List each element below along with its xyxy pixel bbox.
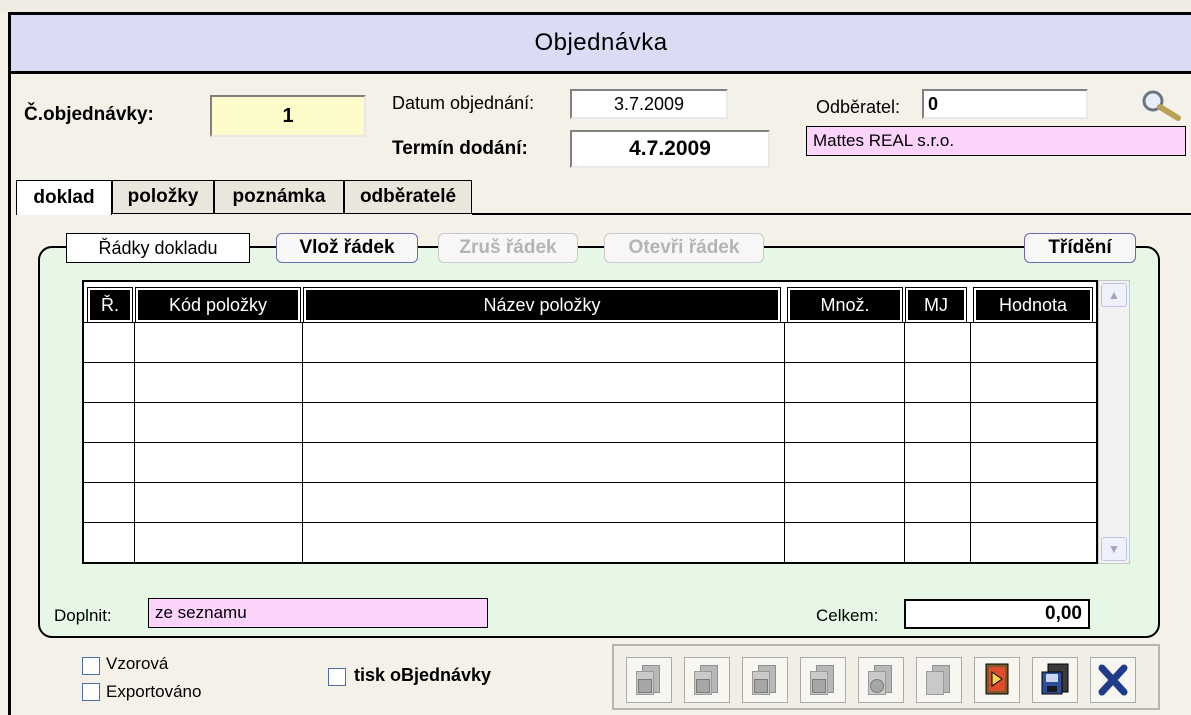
tab-underline bbox=[472, 213, 1191, 215]
order-number-field[interactable]: 1 bbox=[210, 95, 366, 137]
tab-polozky[interactable]: položky bbox=[112, 180, 214, 214]
tab-odberatele[interactable]: odběratelé bbox=[344, 180, 472, 214]
column-header-row-no[interactable]: Ř. bbox=[87, 287, 133, 323]
order-window: Objednávka Č.objednávky: 1 Datum objedná… bbox=[0, 0, 1191, 715]
grid-scrollbar[interactable]: ▲ ▼ bbox=[1098, 280, 1130, 564]
order-number-label: Č.objednávky: bbox=[24, 104, 154, 125]
print-order-label: tisk oBjednávky bbox=[354, 665, 492, 685]
rows-grid[interactable]: Ř. Kód položky Název položky Množ. MJ Ho… bbox=[82, 280, 1098, 564]
fill-from-field[interactable]: ze seznamu bbox=[148, 598, 488, 628]
column-header-quantity[interactable]: Množ. bbox=[787, 287, 903, 323]
search-icon[interactable] bbox=[1140, 88, 1184, 122]
column-header-code[interactable]: Kód položky bbox=[135, 287, 301, 323]
doc-icon[interactable] bbox=[626, 657, 672, 703]
insert-row-button[interactable]: Vlož řádek bbox=[276, 233, 418, 263]
left-border bbox=[8, 74, 11, 715]
template-checkbox[interactable] bbox=[82, 657, 100, 675]
export-icon[interactable] bbox=[974, 657, 1020, 703]
column-header-name[interactable]: Název položky bbox=[303, 287, 781, 323]
grid-row-line bbox=[84, 442, 1096, 443]
window-title: Objednávka bbox=[8, 12, 1191, 74]
order-date-label: Datum objednání: bbox=[392, 93, 535, 113]
template-label: Vzorová bbox=[106, 654, 169, 673]
grid-row-line bbox=[84, 362, 1096, 363]
save-icon[interactable] bbox=[1032, 657, 1078, 703]
sort-button[interactable]: Třídění bbox=[1024, 233, 1136, 263]
action-toolbar bbox=[612, 644, 1160, 710]
customer-name-field: Mattes REAL s.r.o. bbox=[806, 126, 1186, 156]
grid-row-line bbox=[84, 402, 1096, 403]
print-order-checkbox[interactable] bbox=[328, 668, 346, 686]
exported-label: Exportováno bbox=[106, 682, 202, 701]
column-header-value[interactable]: Hodnota bbox=[973, 287, 1093, 323]
tab-poznamka[interactable]: poznámka bbox=[214, 180, 344, 214]
scroll-up-icon[interactable]: ▲ bbox=[1101, 283, 1127, 307]
delete-row-button[interactable]: Zruš řádek bbox=[438, 233, 578, 263]
doc-icon[interactable] bbox=[916, 657, 962, 703]
delivery-date-label: Termín dodání: bbox=[392, 138, 528, 159]
panel-title: Řádky dokladu bbox=[66, 233, 250, 263]
total-field: 0,00 bbox=[904, 599, 1090, 629]
column-header-unit[interactable]: MJ bbox=[905, 287, 967, 323]
fill-label: Doplnit: bbox=[54, 606, 112, 625]
grid-row-line bbox=[84, 322, 1096, 323]
exported-checkbox[interactable] bbox=[82, 683, 100, 701]
delivery-date-field[interactable]: 4.7.2009 bbox=[570, 130, 770, 168]
order-date-field[interactable]: 3.7.2009 bbox=[570, 89, 728, 119]
top-strip bbox=[0, 0, 1191, 12]
customer-code-field[interactable]: 0 bbox=[922, 89, 1088, 119]
open-row-button[interactable]: Otevři řádek bbox=[604, 233, 764, 263]
customer-label: Odběratel: bbox=[816, 97, 901, 117]
tab-doklad[interactable]: doklad bbox=[16, 180, 112, 215]
doc-icon[interactable] bbox=[684, 657, 730, 703]
doc-icon[interactable] bbox=[742, 657, 788, 703]
scroll-down-icon[interactable]: ▼ bbox=[1101, 537, 1127, 561]
doc-icon[interactable] bbox=[800, 657, 846, 703]
doc-icon[interactable] bbox=[858, 657, 904, 703]
close-icon[interactable] bbox=[1090, 657, 1136, 703]
grid-row-line bbox=[84, 482, 1096, 483]
total-label: Celkem: bbox=[816, 606, 879, 625]
grid-row-line bbox=[84, 522, 1096, 523]
